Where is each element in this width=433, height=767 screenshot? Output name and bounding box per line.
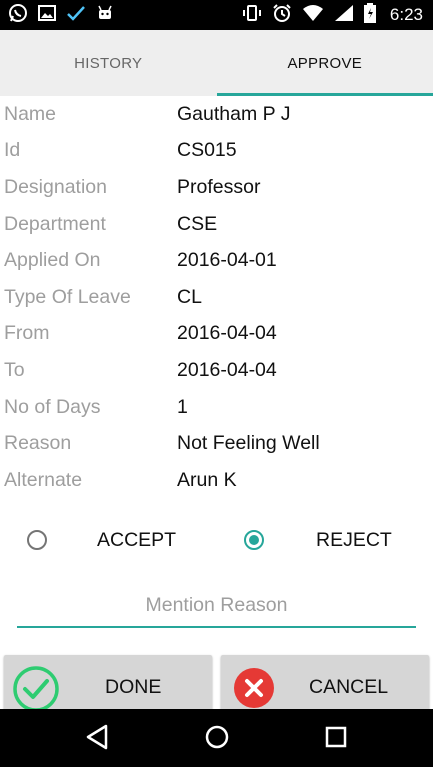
tab-history[interactable]: HISTORY bbox=[0, 30, 217, 96]
detail-row-name: Name Gautham P J bbox=[0, 96, 433, 133]
detail-label: Alternate bbox=[4, 468, 83, 491]
detail-row-from: From 2016-04-04 bbox=[0, 316, 433, 353]
detail-row-applied-on: Applied On 2016-04-01 bbox=[0, 242, 433, 279]
detail-value: Arun K bbox=[177, 468, 237, 491]
done-label: DONE bbox=[105, 676, 162, 698]
tab-approve[interactable]: APPROVE bbox=[216, 30, 433, 96]
detail-label: Applied On bbox=[4, 249, 101, 272]
detail-label: Type Of Leave bbox=[4, 285, 131, 308]
detail-value: Professor bbox=[177, 175, 261, 198]
tab-bar: HISTORY APPROVE bbox=[0, 30, 433, 96]
cancel-label: CANCEL bbox=[309, 676, 389, 698]
detail-label: Department bbox=[4, 212, 106, 235]
detail-label: To bbox=[4, 358, 25, 381]
alarm-icon bbox=[272, 3, 292, 28]
close-circle-icon bbox=[233, 667, 275, 714]
detail-value: 2016-04-04 bbox=[177, 322, 277, 345]
decision-radio-group: ACCEPT REJECT bbox=[0, 520, 433, 560]
tab-history-label: HISTORY bbox=[74, 54, 143, 72]
reject-radio[interactable]: REJECT bbox=[220, 520, 433, 560]
detail-label: From bbox=[4, 322, 50, 345]
detail-label: Id bbox=[4, 139, 21, 162]
detail-row-reason: Reason Not Feeling Well bbox=[0, 425, 433, 462]
detail-value: 1 bbox=[177, 395, 188, 418]
detail-value: 2016-04-04 bbox=[177, 358, 277, 381]
done-button[interactable]: DONE bbox=[4, 655, 212, 717]
detail-row-no-of-days: No of Days 1 bbox=[0, 389, 433, 426]
detail-value: CL bbox=[177, 285, 202, 308]
accept-label: ACCEPT bbox=[97, 528, 177, 551]
detail-value: 2016-04-01 bbox=[177, 249, 277, 272]
vibrate-icon bbox=[242, 4, 262, 27]
status-bar: 6:23 bbox=[0, 0, 433, 30]
home-icon[interactable] bbox=[203, 723, 231, 756]
cancel-button[interactable]: CANCEL bbox=[221, 655, 429, 717]
detail-row-type-of-leave: Type Of Leave CL bbox=[0, 279, 433, 316]
detail-row-id: Id CS015 bbox=[0, 133, 433, 170]
detail-row-to: To 2016-04-04 bbox=[0, 352, 433, 389]
tab-approve-label: APPROVE bbox=[287, 54, 363, 72]
detail-label: Designation bbox=[4, 175, 107, 198]
recents-icon[interactable] bbox=[324, 725, 348, 754]
signal-icon bbox=[334, 4, 354, 27]
wifi-icon bbox=[302, 4, 324, 27]
detail-row-department: Department CSE bbox=[0, 206, 433, 243]
detail-label: Reason bbox=[4, 432, 72, 455]
detail-label: Name bbox=[4, 102, 57, 125]
detail-value: CS015 bbox=[177, 139, 237, 162]
status-left-icons bbox=[8, 3, 114, 28]
reason-input[interactable] bbox=[17, 592, 416, 618]
detail-label: No of Days bbox=[4, 395, 101, 418]
whatsapp-icon bbox=[8, 3, 28, 28]
navigation-bar bbox=[0, 709, 433, 767]
battery-icon bbox=[363, 2, 376, 28]
check-icon bbox=[66, 4, 86, 27]
leave-details: Name Gautham P J Id CS015 Designation Pr… bbox=[0, 96, 433, 499]
android-icon bbox=[96, 4, 114, 27]
reject-label: REJECT bbox=[316, 528, 392, 551]
accept-radio-circle[interactable] bbox=[27, 530, 47, 550]
detail-value: Not Feeling Well bbox=[177, 432, 320, 455]
back-icon[interactable] bbox=[84, 723, 110, 756]
detail-row-designation: Designation Professor bbox=[0, 169, 433, 206]
status-right-icons: 6:23 bbox=[242, 2, 423, 28]
reason-field bbox=[17, 584, 416, 628]
accept-radio[interactable]: ACCEPT bbox=[0, 520, 210, 560]
status-time: 6:23 bbox=[389, 5, 423, 24]
reject-radio-circle[interactable] bbox=[244, 530, 264, 550]
detail-value: Gautham P J bbox=[177, 102, 291, 125]
detail-value: CSE bbox=[177, 212, 218, 235]
detail-row-alternate: Alternate Arun K bbox=[0, 462, 433, 499]
image-icon bbox=[38, 4, 56, 27]
